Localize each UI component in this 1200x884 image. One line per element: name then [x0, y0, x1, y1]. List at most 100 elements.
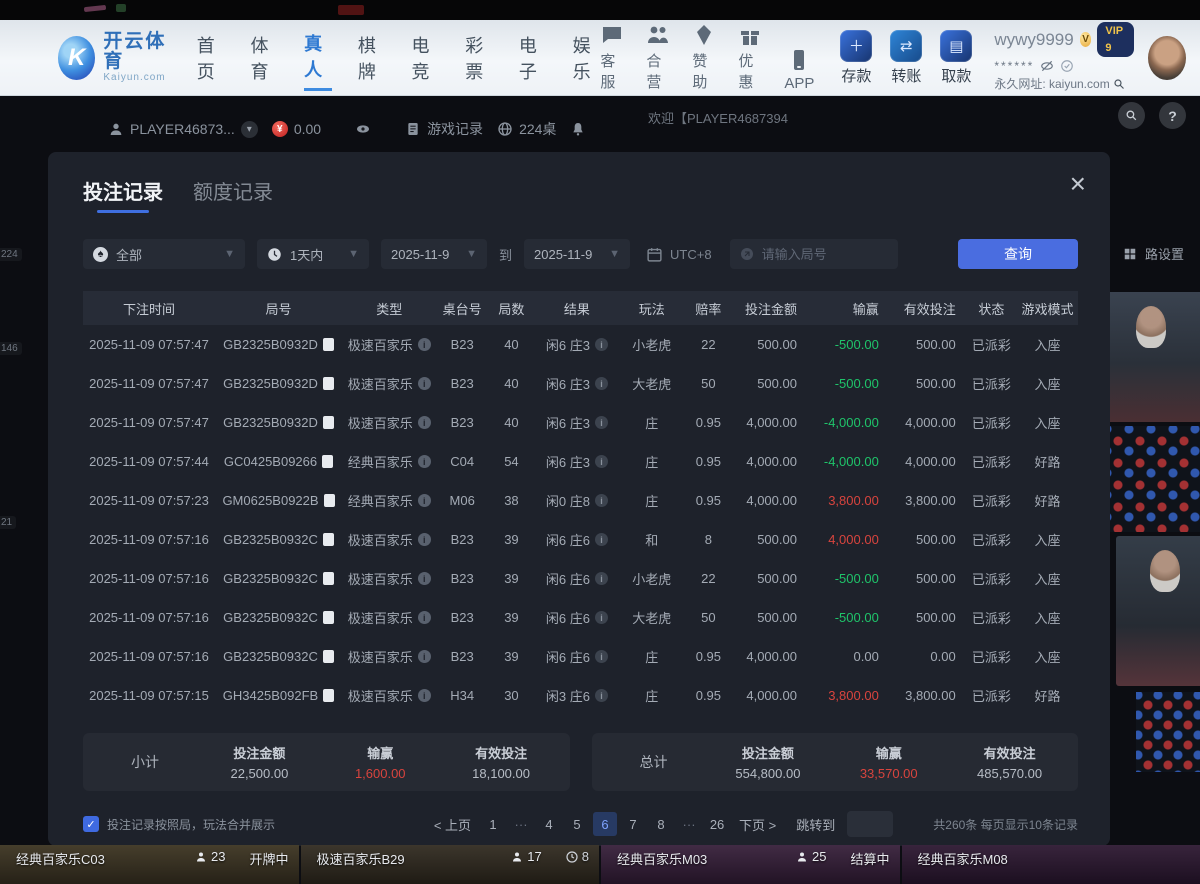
- info-icon[interactable]: i: [418, 572, 431, 585]
- table-count-button[interactable]: 224桌: [497, 119, 556, 139]
- player-count: 23: [195, 849, 225, 864]
- info-icon[interactable]: i: [418, 377, 431, 390]
- round-id-input[interactable]: [730, 239, 898, 269]
- transfer-button[interactable]: ⇄ 转账: [890, 30, 922, 86]
- sponsor-button[interactable]: 赞助: [692, 23, 716, 92]
- eye-off-icon[interactable]: [1040, 59, 1054, 73]
- modal-tab-1[interactable]: 额度记录: [193, 176, 273, 213]
- nav-item-2[interactable]: 真人: [304, 24, 332, 91]
- info-icon[interactable]: i: [418, 455, 431, 468]
- deposit-button[interactable]: ＋ 存款: [840, 30, 872, 86]
- game-record-button[interactable]: 游戏记录: [405, 119, 483, 139]
- game-type-select[interactable]: ♠ 全部 ▼: [83, 239, 245, 269]
- copy-icon[interactable]: [324, 494, 335, 507]
- result-detail-icon[interactable]: i: [595, 611, 608, 624]
- cell-game: 极速百家乐i: [342, 569, 437, 588]
- dealer-video-thumb[interactable]: [1102, 292, 1200, 422]
- live-table-tile-0[interactable]: 经典百家乐C0323开牌中: [0, 845, 299, 884]
- cell-table_no: B23: [437, 337, 488, 352]
- page-7[interactable]: 7: [621, 812, 645, 836]
- result-detail-icon[interactable]: i: [595, 533, 608, 546]
- date-from-select[interactable]: 2025-11-9 ▼: [381, 239, 487, 269]
- chevron-down-icon[interactable]: ▾: [241, 121, 258, 138]
- copy-icon[interactable]: [323, 416, 334, 429]
- next-page-button[interactable]: 下页 >: [733, 812, 782, 836]
- page-26[interactable]: 26: [705, 812, 729, 836]
- app-button[interactable]: APP: [784, 48, 814, 92]
- eye-toggle[interactable]: [355, 121, 371, 137]
- query-button[interactable]: 查询: [958, 239, 1078, 269]
- lobby-icon: [497, 121, 513, 137]
- avatar[interactable]: [1148, 36, 1186, 80]
- page-5[interactable]: 5: [565, 812, 589, 836]
- wallet-label: 存款: [841, 65, 871, 86]
- user-block[interactable]: wywy9999 V VIP 9 ****** 永久网址: kaiyun.com: [994, 22, 1134, 93]
- dealer-video-thumb[interactable]: [1116, 536, 1200, 686]
- nav-item-1[interactable]: 体育: [250, 26, 278, 90]
- balance-display[interactable]: ¥ 0.00: [272, 121, 321, 137]
- cell-status: 已派彩: [966, 608, 1017, 627]
- info-icon[interactable]: i: [418, 338, 431, 351]
- result-detail-icon[interactable]: i: [595, 416, 608, 429]
- info-icon[interactable]: i: [418, 689, 431, 702]
- partners-button[interactable]: 合营: [646, 23, 670, 92]
- player-menu[interactable]: PLAYER46873... ▾: [108, 121, 258, 138]
- copy-icon[interactable]: [323, 338, 334, 351]
- withdraw-button[interactable]: ▤ 取款: [940, 30, 972, 86]
- timezone-display[interactable]: UTC+8: [646, 246, 712, 263]
- cell-mode: 入座: [1017, 647, 1078, 666]
- modal-tab-0[interactable]: 投注记录: [83, 176, 163, 213]
- info-icon[interactable]: i: [418, 494, 431, 507]
- info-icon[interactable]: i: [418, 416, 431, 429]
- live-table-tile-1[interactable]: 极速百家乐B29178: [301, 845, 600, 884]
- info-icon[interactable]: i: [418, 533, 431, 546]
- refresh-circle-icon[interactable]: [1060, 59, 1074, 73]
- copy-icon[interactable]: [323, 650, 334, 663]
- result-detail-icon[interactable]: i: [595, 455, 608, 468]
- info-icon[interactable]: i: [418, 611, 431, 624]
- result-detail-icon[interactable]: i: [595, 572, 608, 585]
- time-range-select[interactable]: 1天内 ▼: [257, 239, 369, 269]
- nav-item-0[interactable]: 首页: [197, 26, 225, 90]
- info-icon[interactable]: i: [418, 650, 431, 663]
- copy-icon[interactable]: [322, 455, 333, 468]
- copy-icon[interactable]: [323, 611, 334, 624]
- page-8[interactable]: 8: [649, 812, 673, 836]
- nav-item-6[interactable]: 电子: [519, 26, 547, 90]
- live-table-tile-3[interactable]: 经典百家乐M08: [902, 845, 1200, 884]
- merge-checkbox[interactable]: ✓: [83, 816, 99, 832]
- copy-icon[interactable]: [323, 689, 334, 702]
- table-status: 开牌中: [249, 849, 288, 868]
- nav-item-7[interactable]: 娱乐: [573, 26, 601, 90]
- magnifier-icon[interactable]: [1113, 78, 1125, 90]
- promo-button[interactable]: 优惠: [738, 23, 762, 92]
- copy-icon[interactable]: [323, 377, 334, 390]
- date-to-select[interactable]: 2025-11-9 ▼: [524, 239, 630, 269]
- page-1[interactable]: 1: [481, 812, 505, 836]
- cell-game: 经典百家乐i: [342, 491, 437, 510]
- roadmap-beads: [1136, 692, 1200, 772]
- result-detail-icon[interactable]: i: [595, 689, 608, 702]
- nav-item-4[interactable]: 电竞: [412, 26, 440, 90]
- page-6[interactable]: 6: [593, 812, 617, 836]
- nav-item-3[interactable]: 棋牌: [358, 26, 386, 90]
- prev-page-button[interactable]: < 上页: [428, 812, 477, 836]
- live-table-tile-2[interactable]: 经典百家乐M0325结算中: [601, 845, 900, 884]
- result-detail-icon[interactable]: i: [595, 338, 608, 351]
- page-4[interactable]: 4: [537, 812, 561, 836]
- clock-icon: [267, 247, 282, 262]
- brand-logo[interactable]: K 开云体育 Kaiyun.com: [58, 32, 175, 83]
- notification-button[interactable]: [570, 121, 586, 137]
- road-settings-label[interactable]: 路设置: [1123, 244, 1184, 263]
- result-detail-icon[interactable]: i: [595, 494, 608, 507]
- result-detail-icon[interactable]: i: [595, 377, 608, 390]
- copy-icon[interactable]: [323, 572, 334, 585]
- customer-service-button[interactable]: 客服: [600, 23, 624, 92]
- close-icon[interactable]: ×: [1070, 170, 1086, 198]
- result-detail-icon[interactable]: i: [595, 650, 608, 663]
- time-range-value: 1天内: [290, 245, 323, 264]
- edge-badge: 146: [0, 342, 22, 355]
- copy-icon[interactable]: [323, 533, 334, 546]
- nav-item-5[interactable]: 彩票: [465, 26, 493, 90]
- jump-page-input[interactable]: [847, 811, 893, 837]
